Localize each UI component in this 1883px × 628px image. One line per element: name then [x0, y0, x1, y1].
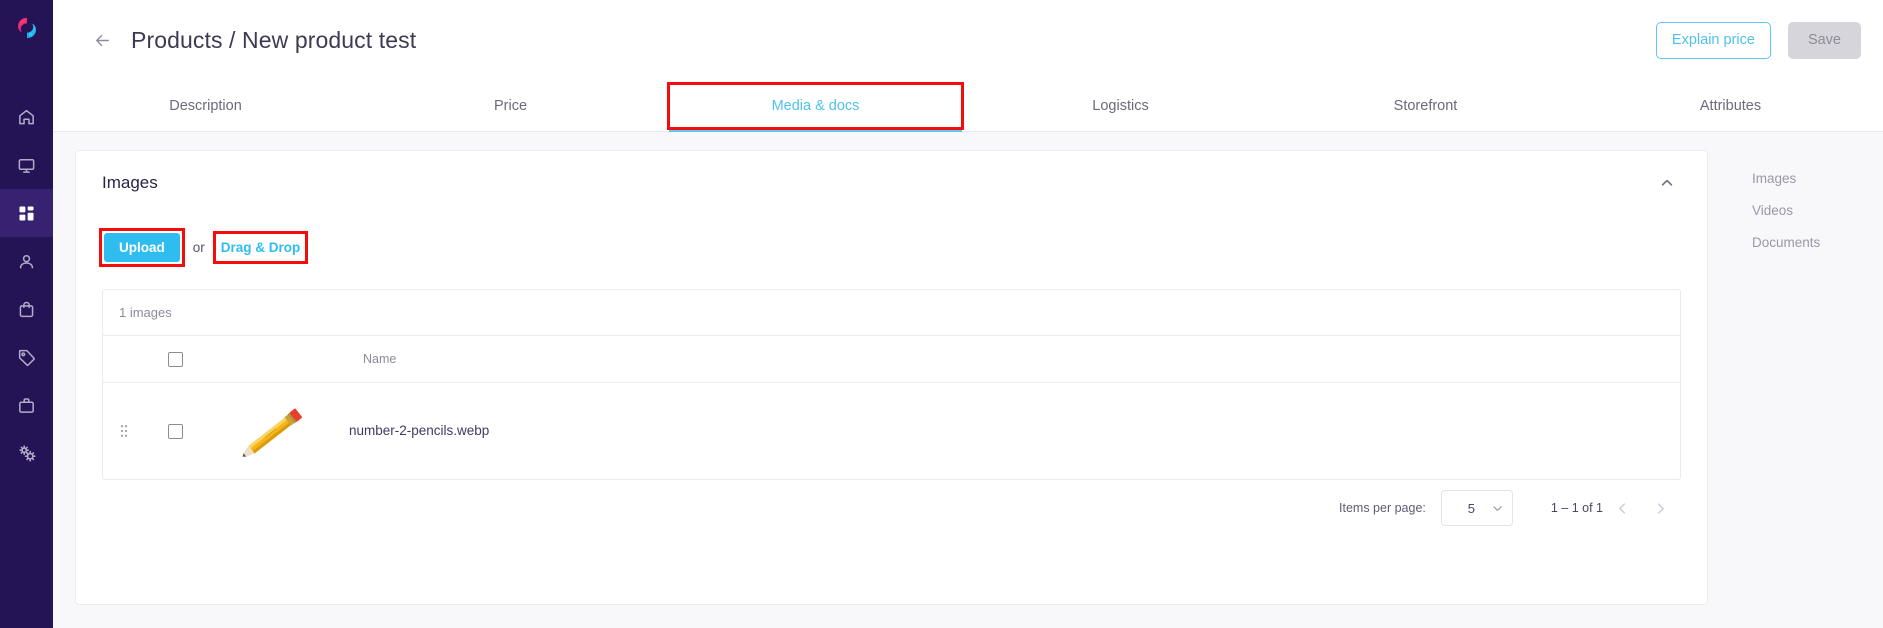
shopping-bag-icon — [19, 301, 34, 317]
chevron-left-icon — [1618, 502, 1625, 514]
upload-button[interactable]: Upload — [104, 232, 180, 262]
explain-price-button[interactable]: Explain price — [1655, 21, 1771, 59]
sidebar-item-settings[interactable] — [0, 429, 53, 477]
tab-description[interactable]: Description — [53, 80, 358, 131]
tab-attributes[interactable]: Attributes — [1578, 80, 1883, 131]
images-section-title: Images — [102, 173, 158, 192]
home-icon — [19, 109, 34, 124]
left-sidebar — [0, 0, 53, 628]
tab-logistics[interactable]: Logistics — [968, 80, 1273, 131]
settings-gears-icon — [18, 445, 36, 462]
sidebar-item-products[interactable] — [0, 189, 53, 237]
row-drag-cell — [103, 424, 145, 438]
select-all-checkbox[interactable] — [167, 351, 183, 367]
column-header-name: Name — [363, 352, 397, 366]
images-table: 1 images Name number-2-pencils.webp — [102, 289, 1681, 480]
tab-media-and-docs[interactable]: Media & docs — [663, 80, 968, 132]
or-label: or — [192, 239, 205, 255]
back-button[interactable] — [87, 25, 117, 55]
sidebar-nav — [0, 93, 53, 477]
sidebar-item-business[interactable] — [0, 381, 53, 429]
user-icon — [19, 254, 34, 268]
header-checkbox-cell — [145, 351, 205, 367]
drag-and-drop-link[interactable]: Drag & Drop — [218, 236, 304, 259]
previous-page-button[interactable] — [1603, 489, 1641, 527]
items-per-page-value: 5 — [1467, 500, 1475, 516]
tab-price[interactable]: Price — [358, 80, 663, 131]
collapse-section-button[interactable] — [1653, 169, 1681, 197]
pagination-range-label: 1 – 1 of 1 — [1550, 501, 1603, 515]
sidebar-item-customers[interactable] — [0, 237, 53, 285]
section-nav: Images Videos Documents — [1730, 150, 1883, 628]
chevron-right-icon — [1657, 502, 1664, 514]
tab-bar: Description Price Media & docs Logistics… — [53, 80, 1883, 132]
tag-icon — [18, 349, 35, 366]
row-checkbox-cell — [145, 423, 205, 439]
app-root: Products / New product test Explain pric… — [0, 0, 1883, 628]
header-name-cell: Name — [205, 350, 1680, 368]
row-select-checkbox[interactable] — [167, 423, 183, 439]
monitor-icon — [18, 158, 35, 173]
back-arrow-icon — [95, 34, 109, 46]
items-per-page-select[interactable]: 5 — [1440, 490, 1513, 526]
pencil-icon — [242, 408, 302, 457]
section-nav-item-images[interactable]: Images — [1752, 162, 1883, 194]
pencil-thumbnail — [233, 400, 317, 462]
drag-handle-icon[interactable] — [120, 424, 128, 438]
items-per-page-label: Items per page: — [1339, 501, 1426, 515]
save-button[interactable]: Save — [1787, 21, 1861, 59]
sidebar-item-home[interactable] — [0, 93, 53, 141]
page-title: Products / New product test — [131, 26, 417, 53]
upload-button-annotation: Upload — [99, 227, 185, 267]
main-area: Products / New product test Explain pric… — [53, 0, 1883, 628]
images-card-header: Images — [102, 151, 1681, 215]
section-nav-item-documents[interactable]: Documents — [1752, 226, 1883, 258]
images-count-label: 1 images — [103, 290, 1680, 336]
top-bar: Products / New product test Explain pric… — [53, 0, 1883, 80]
file-name: number-2-pencils.webp — [349, 423, 490, 438]
drag-drop-annotation: Drag & Drop — [212, 230, 308, 264]
section-nav-item-videos[interactable]: Videos — [1752, 194, 1883, 226]
tab-storefront[interactable]: Storefront — [1273, 80, 1578, 131]
sidebar-item-pricing[interactable] — [0, 333, 53, 381]
sidebar-item-dashboard[interactable] — [0, 141, 53, 189]
sidebar-item-orders[interactable] — [0, 285, 53, 333]
content-area: Images Upload or Drag & Drop 1 images Na… — [53, 132, 1883, 628]
images-column: Images Upload or Drag & Drop 1 images Na… — [53, 150, 1730, 628]
brand-logo[interactable] — [0, 0, 53, 55]
table-header-row: Name — [103, 336, 1680, 383]
brand-logo-icon — [17, 17, 36, 38]
grid-icon — [19, 205, 34, 221]
chevron-down-icon — [1493, 505, 1502, 511]
row-name-cell: number-2-pencils.webp — [345, 422, 1680, 440]
table-row[interactable]: number-2-pencils.webp — [103, 383, 1680, 479]
row-thumbnail-cell — [205, 400, 345, 462]
upload-row: Upload or Drag & Drop — [99, 215, 1681, 279]
next-page-button[interactable] — [1641, 489, 1679, 527]
chevron-up-icon — [1661, 179, 1673, 186]
pagination-bar: Items per page: 5 1 – 1 of 1 — [102, 480, 1681, 536]
images-card: Images Upload or Drag & Drop 1 images Na… — [75, 150, 1708, 605]
briefcase-icon — [19, 397, 34, 413]
